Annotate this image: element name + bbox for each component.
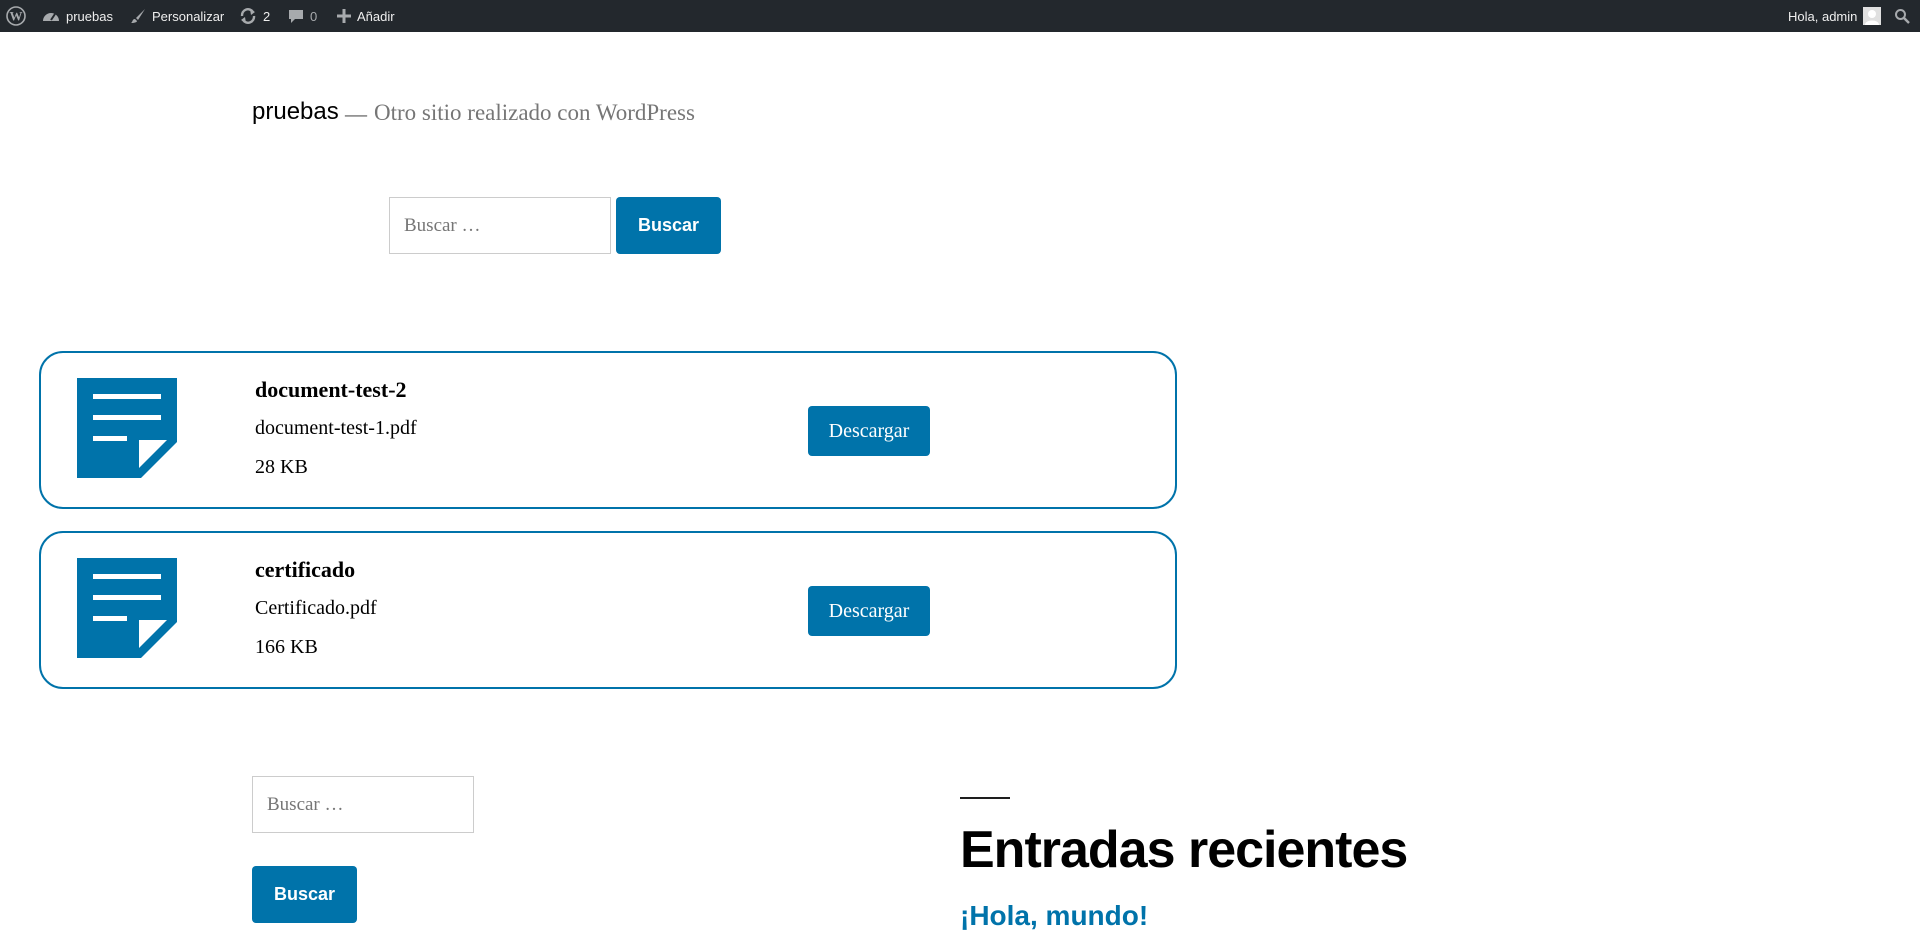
document-size: 166 KB [255, 636, 318, 658]
widget-divider [960, 797, 1010, 799]
comments-count: 0 [310, 8, 318, 24]
footer-search-input[interactable] [252, 776, 474, 833]
document-card: certificado Certificado.pdf 166 KB Desca… [39, 531, 1177, 689]
comments-menu[interactable]: 0 [288, 0, 317, 32]
footer-search-button[interactable]: Buscar [252, 866, 357, 923]
document-icon [77, 558, 177, 658]
admin-bar-search[interactable] [1894, 0, 1916, 32]
document-filename: Certificado.pdf [255, 597, 377, 619]
customize-menu[interactable]: Personalizar [130, 0, 224, 32]
recent-post-link[interactable]: ¡Hola, mundo! [960, 900, 1148, 932]
brush-icon [130, 8, 146, 24]
document-title: certificado [255, 557, 356, 582]
greeting-label: Hola, admin [1788, 8, 1858, 24]
new-content-label: Añadir [357, 8, 395, 24]
document-filename: document-test-1.pdf [255, 417, 417, 439]
svg-text:W: W [10, 9, 23, 24]
avatar-icon [1863, 7, 1882, 25]
updates-count: 2 [263, 8, 271, 24]
site-description: Otro sitio realizado con WordPress [374, 100, 695, 125]
updates-menu[interactable]: 2 [239, 0, 270, 32]
document-card: document-test-2 document-test-1.pdf 28 K… [39, 351, 1177, 509]
updates-icon [239, 7, 257, 25]
document-icon [77, 378, 177, 478]
admin-bar: W pruebas Personalizar 2 0 Añadir Hola, … [0, 0, 1920, 32]
my-account-menu[interactable]: Hola, admin [1788, 0, 1882, 32]
download-button[interactable]: Descargar [808, 586, 930, 636]
customize-label: Personalizar [152, 8, 225, 24]
plus-icon [337, 9, 351, 23]
comment-icon [288, 8, 304, 24]
search-icon [1894, 8, 1910, 24]
header-search-button[interactable]: Buscar [616, 197, 721, 254]
site-title[interactable]: pruebas [252, 98, 339, 126]
recent-posts-title: Entradas recientes [960, 821, 1408, 879]
dashboard-icon [42, 8, 60, 24]
wordpress-icon: W [6, 6, 26, 26]
document-size: 28 KB [255, 456, 308, 478]
header-search-input[interactable] [389, 197, 611, 254]
document-title: document-test-2 [255, 377, 407, 402]
site-name-label: pruebas [66, 8, 113, 24]
new-content-menu[interactable]: Añadir [337, 0, 395, 32]
wordpress-menu[interactable]: W [6, 0, 32, 32]
site-title-separator: — [345, 101, 367, 126]
site-name-menu[interactable]: pruebas [42, 0, 113, 32]
download-button[interactable]: Descargar [808, 406, 930, 456]
